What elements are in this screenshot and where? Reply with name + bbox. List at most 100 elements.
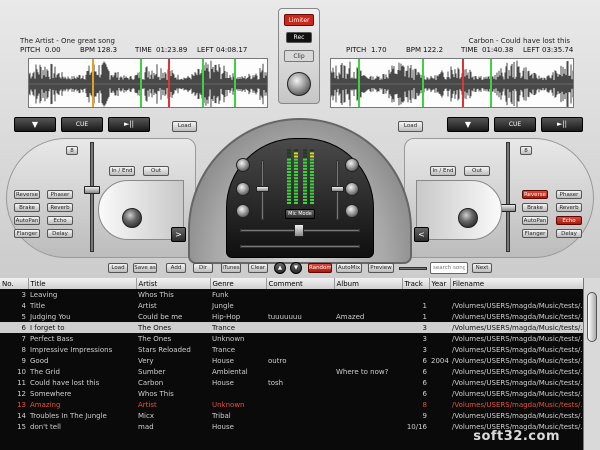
cell-comment <box>266 333 334 344</box>
playlist-row[interactable]: 7 Perfect Bass The Ones Unknown 3/Volumes/US… <box>0 333 583 344</box>
playlist-row[interactable]: 12 Somewhere Whos This 6/Volumes/USERS/magd… <box>0 388 583 399</box>
left-eq-low-knob-icon[interactable] <box>236 204 250 218</box>
column-header-filename[interactable]: Filename <box>450 278 584 289</box>
cell-genre: Unknown <box>212 400 245 409</box>
column-header-comment[interactable]: Comment <box>266 278 335 289</box>
cell-album: Amazed <box>336 312 365 321</box>
left-fx-echo-button[interactable]: Echo <box>47 216 73 225</box>
cell-file: /Volumes/USERS/magda/Music/tests/... <box>450 322 583 333</box>
right-cue-small-button[interactable]: 8 <box>520 146 532 155</box>
right-pitch-slider-cap[interactable] <box>500 204 516 212</box>
preview-volume-slider[interactable] <box>399 267 427 270</box>
right-nudge-button[interactable]: < <box>414 227 429 242</box>
cell-genre: Tribal <box>212 411 231 420</box>
left-load-button[interactable]: Load <box>172 121 197 132</box>
left-fx-reverb-button[interactable]: Reverb <box>47 203 73 212</box>
clip-indicator: Clip <box>284 50 314 62</box>
playlist-scroll-thumb[interactable] <box>587 292 597 342</box>
playlist-add-button[interactable]: Add <box>166 263 186 273</box>
crossfader-cap[interactable] <box>294 224 304 237</box>
left-fx-reverse-button[interactable]: Reverse <box>14 190 40 199</box>
playlist-row[interactable]: 14 Troubles In The Jungle Micx Tribal 9/Volu… <box>0 410 583 421</box>
right-load-button[interactable]: Load <box>398 121 423 132</box>
preview-button[interactable]: Preview <box>368 263 394 273</box>
column-header-title[interactable]: Title <box>28 278 137 289</box>
right-fx-phaser-button[interactable]: Phaser <box>556 190 582 199</box>
left-eq-high-knob-icon[interactable] <box>236 158 250 172</box>
playlist-row[interactable]: 5 Judging You Could be me Hip-Hop tuuuuuuu Am… <box>0 311 583 322</box>
column-header-album[interactable]: Album <box>334 278 403 289</box>
playlist-row[interactable]: 10 The Grid Sumber Ambiental Where to now? 6 /… <box>0 366 583 377</box>
right-fx-reverb-button[interactable]: Reverb <box>556 203 582 212</box>
left-in-end-button[interactable]: In / End <box>109 166 135 176</box>
right-fx-flanger-button[interactable]: Flanger <box>522 229 548 238</box>
right-cue-button[interactable]: CUE <box>494 117 536 132</box>
playlist-scrollbar[interactable] <box>583 278 600 450</box>
automix-button[interactable]: AutoMix <box>336 263 362 273</box>
right-eject-button[interactable]: ▼ <box>447 117 489 132</box>
master-knob-icon[interactable] <box>287 72 311 96</box>
right-eq-low-knob-icon[interactable] <box>345 204 359 218</box>
playlist-clear-button[interactable]: Clear <box>248 263 268 273</box>
left-cue-button[interactable]: CUE <box>61 117 103 132</box>
left-eject-button[interactable]: ▼ <box>14 117 56 132</box>
left-fx-delay-button[interactable]: Delay <box>47 229 73 238</box>
right-fx-brake-button[interactable]: Brake <box>522 203 548 212</box>
playlist-row[interactable]: 6I forget to The Ones Trance 3/Volumes/USER… <box>0 322 583 333</box>
playlist-dir-button[interactable]: Dir <box>193 263 213 273</box>
right-in-end-button[interactable]: In / End <box>430 166 456 176</box>
cell-album <box>334 289 402 300</box>
playlist-row[interactable]: 13 Amazing Artist Unknown 8/Volumes/USERS/ma… <box>0 399 583 410</box>
left-out-button[interactable]: Out <box>143 166 169 176</box>
playlist-row[interactable]: 11 Could have lost this Carbon House tosh 6/V… <box>0 377 583 388</box>
right-waveform[interactable] <box>330 58 574 108</box>
right-fx-echo-button[interactable]: Echo <box>556 216 582 225</box>
mic-mode-button[interactable]: Mic Mode <box>285 209 315 219</box>
left-eq-mid-knob-icon[interactable] <box>236 182 250 196</box>
right-fx-autopan-button[interactable]: AutoPan <box>522 216 548 225</box>
search-song-input[interactable] <box>430 262 468 274</box>
right-jog-knob-icon[interactable] <box>458 208 478 228</box>
right-fx-delay-button[interactable]: Delay <box>556 229 582 238</box>
playlist-save-as-button[interactable]: Save as <box>133 263 157 273</box>
right-eq-high-knob-icon[interactable] <box>345 158 359 172</box>
playlist-itunes-button[interactable]: iTunes <box>221 263 241 273</box>
left-jog-knob-icon[interactable] <box>122 208 142 228</box>
random-button[interactable]: Random <box>308 263 332 273</box>
left-fx-autopan-button[interactable]: AutoPan <box>14 216 40 225</box>
left-nudge-button[interactable]: > <box>171 227 186 242</box>
column-header-genre[interactable]: Genre <box>210 278 267 289</box>
playlist-row[interactable]: 4 Title Artist Jungle 1/Volumes/USERS/magda/… <box>0 300 583 311</box>
right-channel-fader-cap[interactable] <box>331 186 344 192</box>
move-down-icon[interactable]: ▼ <box>290 262 302 274</box>
master-volume-slider[interactable] <box>240 245 360 248</box>
left-fx-phaser-button[interactable]: Phaser <box>47 190 73 199</box>
left-cue-small-button[interactable]: 8 <box>66 146 78 155</box>
left-pitch-slider[interactable] <box>90 142 94 252</box>
column-header-no[interactable]: No. <box>0 278 29 289</box>
left-fx-brake-button[interactable]: Brake <box>14 203 40 212</box>
left-pitch-slider-cap[interactable] <box>84 186 100 194</box>
column-header-artist[interactable]: Artist <box>136 278 211 289</box>
cell-no: 7 <box>21 334 26 343</box>
left-channel-fader-cap[interactable] <box>256 186 269 192</box>
right-play-pause-button[interactable]: ►|| <box>541 117 583 132</box>
playlist-load-button[interactable]: Load <box>108 263 128 273</box>
right-eq-mid-knob-icon[interactable] <box>345 182 359 196</box>
column-header-track[interactable]: Track <box>402 278 430 289</box>
limiter-button[interactable]: Limiter <box>284 14 314 26</box>
move-up-icon[interactable]: ▲ <box>274 262 286 274</box>
cell-title: The Grid <box>30 367 60 376</box>
playlist-row[interactable]: 9 Good Very House outro 6 2004/Volumes/USERS/m… <box>0 355 583 366</box>
right-out-button[interactable]: Out <box>464 166 490 176</box>
playlist-row[interactable]: 3 Leaving Whos This Funk <box>0 289 583 300</box>
left-play-pause-button[interactable]: ►|| <box>108 117 150 132</box>
right-pitch-slider[interactable] <box>506 142 510 252</box>
left-fx-flanger-button[interactable]: Flanger <box>14 229 40 238</box>
left-waveform[interactable] <box>28 58 268 108</box>
right-fx-reverse-button[interactable]: Reverse <box>522 190 548 199</box>
rec-button[interactable]: Rec <box>286 32 312 43</box>
playlist-row[interactable]: 8 Impressive Impressions Stars Reloaded Tra… <box>0 344 583 355</box>
column-header-year[interactable]: Year <box>429 278 451 289</box>
search-next-button[interactable]: Next <box>472 263 492 273</box>
